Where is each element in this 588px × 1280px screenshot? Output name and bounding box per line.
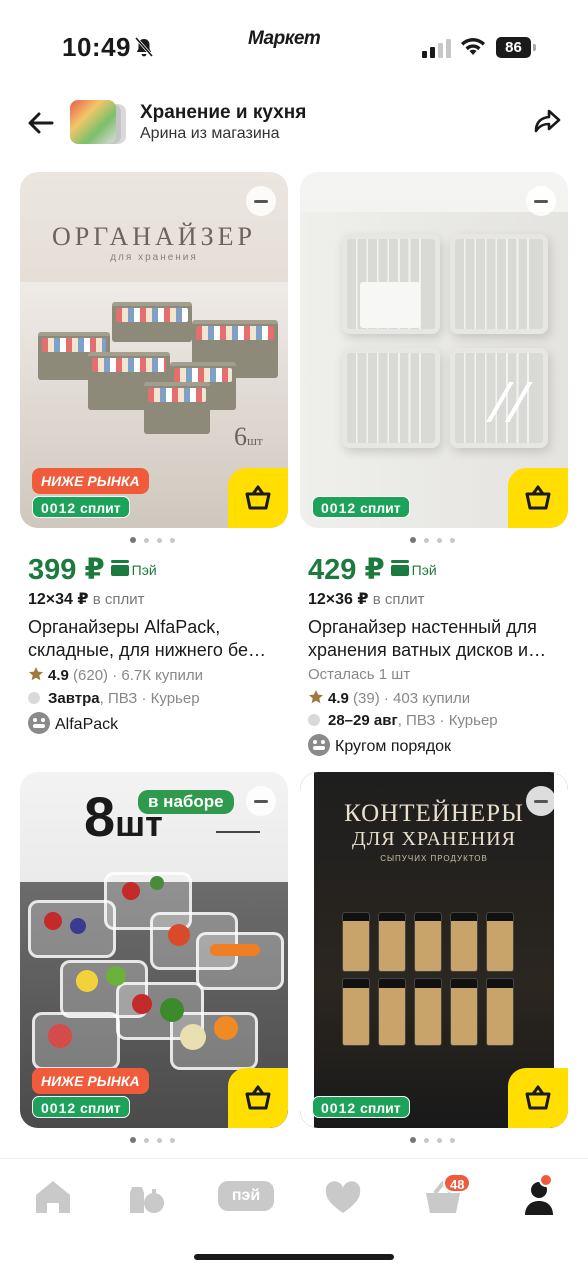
star-icon bbox=[309, 690, 323, 704]
split-price: 12×34 ₽ в сплит bbox=[28, 591, 145, 608]
photo-subtitle: ДЛЯ ХРАНЕНИЯ bbox=[352, 828, 516, 850]
app-brand: Маркет bbox=[248, 28, 321, 49]
back-arrow-icon[interactable] bbox=[24, 106, 58, 140]
status-bar: 10:49 Маркет 86 bbox=[0, 0, 588, 90]
bell-muted-icon bbox=[134, 37, 154, 57]
photo-title: ОРГАНАЙЗЕР bbox=[52, 222, 256, 251]
price-row: 429 ₽ Пэй bbox=[308, 552, 437, 586]
remove-button[interactable] bbox=[246, 786, 276, 816]
collection-header: Хранение и кухня Арина из магазина bbox=[0, 92, 588, 156]
pay-tab[interactable]: пэй bbox=[218, 1181, 274, 1211]
pay-label: Пэй bbox=[411, 562, 437, 578]
collection-title: Хранение и кухня bbox=[140, 102, 307, 123]
pay-label: Пэй bbox=[131, 562, 157, 578]
status-time: 10:49 bbox=[62, 32, 131, 62]
split-badge: 0012 сплит bbox=[32, 1096, 130, 1118]
price: 399 ₽ bbox=[28, 554, 105, 586]
photo-subtitle: для хранения bbox=[110, 252, 198, 263]
wifi-icon bbox=[461, 38, 485, 55]
add-to-cart-button[interactable] bbox=[508, 468, 568, 528]
photo-pager bbox=[410, 536, 470, 544]
battery-level: 86 bbox=[496, 37, 531, 58]
card-icon bbox=[390, 560, 409, 576]
shop-icon bbox=[308, 734, 330, 756]
product-photo[interactable]: 0012 сплит bbox=[300, 172, 568, 528]
product-photo[interactable]: 8шт в наборе НИЖЕ РЫНКА 0012 сплит bbox=[20, 772, 288, 1128]
photo-pager bbox=[130, 1136, 190, 1144]
rating-row: 4.9 (39) · 403 купили bbox=[308, 689, 470, 707]
star-icon bbox=[29, 667, 43, 681]
remove-button[interactable] bbox=[526, 786, 556, 816]
split-badge: 0012 сплит bbox=[312, 496, 410, 518]
add-to-cart-button[interactable] bbox=[508, 1068, 568, 1128]
split-badge: 0012 сплит bbox=[32, 496, 130, 518]
add-to-cart-button[interactable] bbox=[228, 1068, 288, 1128]
product-photo[interactable]: ОРГАНАЙЗЕР для хранения 6шт НИЖЕ РЫНКА 0… bbox=[20, 172, 288, 528]
photo-pager bbox=[410, 1136, 470, 1144]
product-title[interactable]: Органайзеры AlfaPack, складные, для нижн… bbox=[28, 616, 284, 662]
share-icon[interactable] bbox=[530, 106, 564, 140]
product-title[interactable]: Органайзер настенный для хранения ватных… bbox=[308, 616, 564, 662]
signal-icon bbox=[422, 39, 451, 58]
stock-warning: Осталась 1 шт bbox=[308, 666, 411, 683]
bottom-navigation: пэй 48 bbox=[0, 1158, 588, 1280]
catalog-icon[interactable] bbox=[122, 1177, 172, 1217]
basket-icon bbox=[245, 1085, 271, 1110]
photo-qty: 6шт bbox=[234, 422, 263, 451]
shop-row[interactable]: Кругом порядок bbox=[308, 734, 451, 756]
basket-icon bbox=[245, 485, 271, 510]
shop-row[interactable]: AlfaPack bbox=[28, 712, 118, 734]
photo-caption: СЫПУЧИХ ПРОДУКТОВ bbox=[380, 854, 488, 863]
home-indicator bbox=[194, 1254, 394, 1260]
collection-author: Арина из магазина bbox=[140, 125, 280, 142]
split-price: 12×36 ₽ в сплит bbox=[308, 591, 425, 608]
add-to-cart-button[interactable] bbox=[228, 468, 288, 528]
below-market-badge: НИЖЕ РЫНКА bbox=[32, 468, 149, 494]
delivery-row: Завтра, ПВЗ · Курьер bbox=[28, 690, 200, 707]
card-icon bbox=[110, 560, 129, 576]
split-badge: 0012 сплит bbox=[312, 1096, 410, 1118]
basket-icon bbox=[525, 485, 551, 510]
photo-set-tag: в наборе bbox=[138, 790, 234, 814]
battery-indicator: 86 bbox=[496, 37, 536, 58]
cart-count-badge: 48 bbox=[443, 1173, 472, 1193]
shop-icon bbox=[28, 712, 50, 734]
below-market-badge: НИЖЕ РЫНКА bbox=[32, 1068, 149, 1094]
photo-pager bbox=[130, 536, 190, 544]
heart-icon[interactable] bbox=[318, 1177, 368, 1217]
basket-icon bbox=[525, 1085, 551, 1110]
remove-button[interactable] bbox=[246, 186, 276, 216]
collection-thumbnail[interactable] bbox=[70, 100, 126, 144]
price: 429 ₽ bbox=[308, 554, 385, 586]
home-icon[interactable] bbox=[28, 1177, 78, 1217]
profile-notification-dot bbox=[539, 1173, 553, 1187]
rating-row: 4.9 (620) · 6.7К купили bbox=[28, 666, 203, 684]
product-photo[interactable]: КОНТЕЙНЕРЫ ДЛЯ ХРАНЕНИЯ СЫПУЧИХ ПРОДУКТО… bbox=[300, 772, 568, 1128]
delivery-row: 28–29 авг, ПВЗ · Курьер bbox=[308, 712, 498, 729]
remove-button[interactable] bbox=[526, 186, 556, 216]
price-row: 399 ₽ Пэй bbox=[28, 552, 157, 586]
